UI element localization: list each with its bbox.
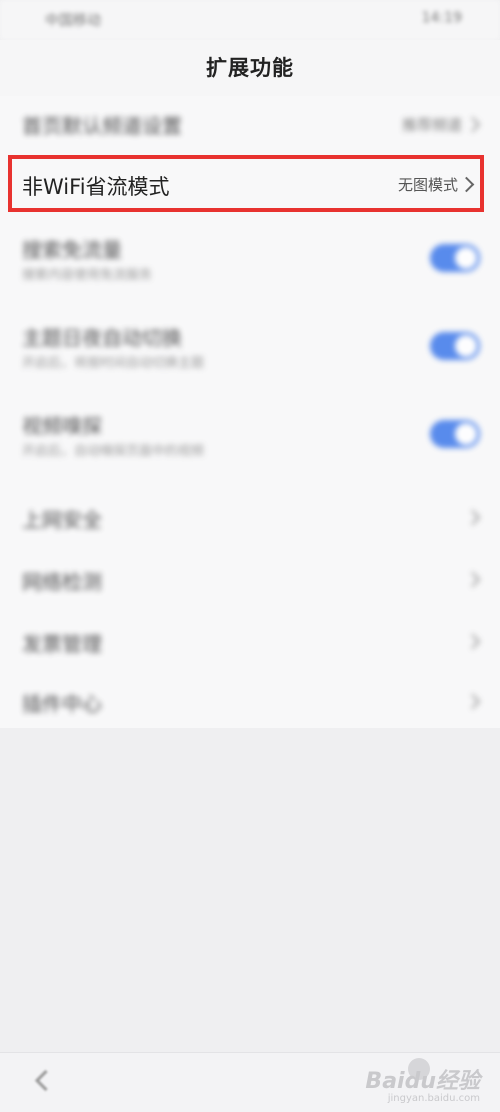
homepage-channel-label: 首页默认频道设置 [22, 114, 182, 138]
chevron-right-icon [464, 633, 481, 650]
highlight-box [8, 155, 484, 212]
chevron-right-icon [464, 116, 481, 133]
video-sniff-sub: 开启后，自动嗅探页面中的视频 [22, 444, 205, 459]
page-header: 扩展功能 [0, 40, 500, 96]
chevron-right-icon [464, 571, 481, 588]
search-free-sub: 搜索内容使用免流服务 [22, 268, 153, 283]
chevron-right-icon [464, 693, 481, 710]
plugin-center-label: 插件中心 [22, 692, 102, 716]
status-bar: 中国移动 14:19 [0, 0, 500, 40]
theme-switch-sub: 开启后，将按时间自动切换主题 [22, 356, 205, 371]
toggle-knob [455, 335, 477, 357]
chevron-right-icon [464, 509, 481, 526]
network-check-row[interactable]: 网络检测 [0, 548, 500, 610]
plugin-center-row[interactable]: 插件中心 [0, 672, 500, 728]
search-free-toggle[interactable] [430, 244, 480, 272]
theme-switch-row: 主题日夜自动切换 开启后，将按时间自动切换主题 [0, 312, 500, 400]
video-sniff-row: 视频嗅探 开启后，自动嗅探页面中的视频 [0, 400, 500, 486]
invoice-label: 发票管理 [22, 632, 102, 656]
search-free-label: 搜索免流量 [22, 238, 122, 262]
toggle-knob [455, 423, 477, 445]
watermark: Baidu经验 jingyan.baidu.com [365, 1063, 480, 1104]
toggle-knob [455, 247, 477, 269]
video-sniff-label: 视频嗅探 [22, 414, 102, 438]
search-free-row: 搜索免流量 搜索内容使用免流服务 [0, 224, 500, 312]
internet-security-row[interactable]: 上网安全 [0, 486, 500, 548]
theme-switch-toggle[interactable] [430, 332, 480, 360]
video-sniff-toggle[interactable] [430, 420, 480, 448]
internet-security-label: 上网安全 [22, 508, 102, 532]
homepage-channel-value: 推荐频道 [401, 116, 462, 134]
invoice-row[interactable]: 发票管理 [0, 610, 500, 672]
page-title: 扩展功能 [206, 56, 294, 80]
back-icon[interactable] [34, 1069, 57, 1092]
theme-switch-label: 主题日夜自动切换 [22, 326, 182, 350]
network-check-label: 网络检测 [22, 570, 102, 594]
carrier-text: 中国移动 [45, 13, 101, 29]
homepage-channel-row[interactable]: 首页默认频道设置 推荐频道 [0, 96, 500, 156]
watermark-main: Baidu经验 [365, 1069, 480, 1094]
status-time: 14:19 [421, 10, 462, 26]
